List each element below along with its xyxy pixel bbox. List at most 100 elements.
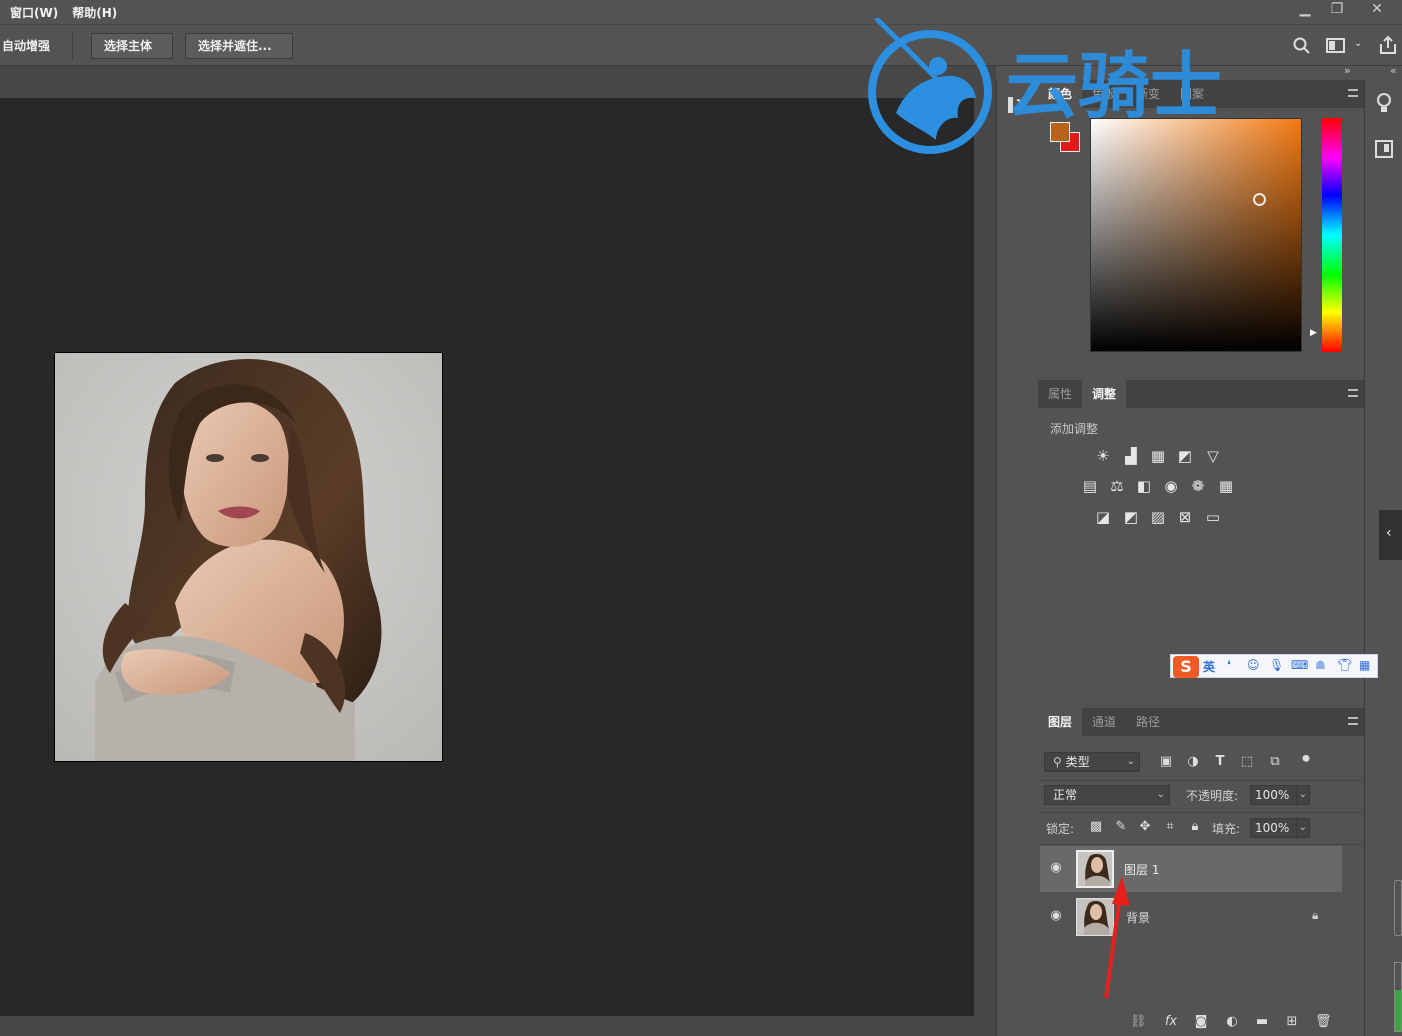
hue-slider[interactable] [1322,118,1342,352]
emoji-icon[interactable]: ☺ [1247,658,1260,672]
new-adjustment-layer-icon[interactable]: ◐ [1224,1014,1240,1030]
minimize-button[interactable]: ▁ [1290,0,1320,20]
color-balance-icon[interactable]: ⚖ [1108,477,1126,495]
close-button[interactable]: ✕ [1362,0,1392,20]
photo-filter-icon[interactable]: ◉ [1162,477,1180,495]
curves-icon[interactable]: ▦ [1149,447,1167,465]
microphone-icon[interactable]: 🎙︎ [1269,658,1284,672]
user-icon[interactable]: ☗ [1315,658,1326,672]
adjustments-panel-tabs: 属性 调整 [1038,380,1364,408]
lock-transparent-icon[interactable]: ▩ [1088,819,1104,835]
lock-image-icon[interactable]: ✎ [1113,819,1129,835]
panel-menu-icon[interactable] [1348,717,1358,725]
divider [1038,780,1364,781]
posterize-icon[interactable]: ◩ [1122,508,1140,526]
fx-icon[interactable]: fx [1163,1014,1179,1030]
lock-all-icon[interactable]: 🔒︎ [1187,819,1203,835]
chevron-down-icon: ⌄ [1298,822,1307,833]
new-group-icon[interactable]: ▬ [1254,1014,1270,1030]
layer-filter-dropdown[interactable]: ⚲ 类型 ⌄ [1044,752,1140,772]
search-icon: ⚲ [1053,755,1066,769]
tab-layers[interactable]: 图层 [1038,708,1083,736]
filter-type-icon[interactable]: T [1212,754,1228,770]
levels-icon[interactable]: ▟ [1122,447,1140,465]
libraries-icon[interactable] [1375,140,1393,158]
filter-toggle-icon[interactable]: ⏺ [1298,750,1314,766]
invert-icon[interactable]: ◪ [1094,508,1112,526]
selective-color-icon[interactable]: ⊠ [1176,508,1194,526]
panel-divider[interactable] [974,66,996,1036]
chevron-down-icon[interactable]: ⌄ [1354,38,1362,49]
opacity-label: 不透明度: [1186,789,1239,803]
link-layers-icon[interactable]: ⛓ [1130,1014,1147,1030]
skin-icon[interactable]: 👕︎ [1337,658,1352,672]
vibrance-icon[interactable]: ▽ [1204,447,1222,465]
chevron-left-icon: ‹ [1386,525,1392,541]
color-picker-cursor[interactable] [1253,193,1266,206]
opacity-input[interactable]: 100% [1250,785,1298,805]
channel-mixer-icon[interactable]: ❁ [1189,477,1207,495]
collapse-panels-icon[interactable]: » [1344,64,1351,77]
filter-smart-object-icon[interactable]: ⧉ [1267,754,1283,770]
add-adjustment-label: 添加调整 [1050,422,1099,436]
level-meter [1394,962,1402,1032]
expand-side-panel-button[interactable]: ‹ [1379,510,1402,560]
layer-row-background[interactable]: ◉ 背景 🔒︎ [1040,894,1342,940]
ime-logo: S [1173,656,1199,678]
menu-help[interactable]: 帮助(H) [72,4,117,21]
panel-menu-icon[interactable] [1348,89,1358,97]
portrait-photo [55,353,442,761]
lock-position-icon[interactable]: ✥ [1137,819,1153,835]
trash-icon[interactable]: 🗑︎ [1315,1014,1332,1030]
fill-dropdown-button[interactable]: ⌄ [1296,818,1310,838]
layers-panel-tabs: 图层 通道 路径 [1038,708,1364,736]
punctuation-icon[interactable]: ❛ [1227,658,1231,672]
eye-icon[interactable]: ◉ [1048,860,1064,876]
status-bar [0,1016,974,1036]
keyboard-icon[interactable]: ⌨ [1291,658,1308,672]
panel-menu-icon[interactable] [1348,389,1358,397]
gradient-map-icon[interactable]: ▭ [1204,508,1222,526]
ime-mode-label[interactable]: 英 [1203,658,1215,675]
layer-row-layer1[interactable]: ◉ 图层 1 [1040,846,1342,892]
chevron-down-icon: ⌄ [1298,789,1307,800]
tab-properties[interactable]: 属性 [1038,380,1082,408]
restore-button[interactable]: ❐ [1322,0,1352,20]
select-subject-button[interactable]: 选择主体 [91,33,173,59]
lightbulb-icon[interactable] [1376,92,1392,116]
new-layer-icon[interactable]: ⊞ [1284,1014,1300,1030]
scroll-indicator [1394,880,1402,936]
threshold-icon[interactable]: ▨ [1149,508,1167,526]
tab-paths[interactable]: 路径 [1126,708,1170,736]
workspace-icon[interactable] [1326,38,1346,54]
filter-adjustment-icon[interactable]: ◑ [1185,754,1201,770]
lock-artboard-icon[interactable]: ⌗ [1162,819,1178,835]
select-and-mask-button[interactable]: 选择并遮住... [185,33,293,59]
lock-label: 锁定: [1046,822,1075,836]
document-tab-strip [0,66,974,98]
watermark-text: 云骑士 [1006,44,1223,128]
menu-window[interactable]: 窗口(W) [10,4,58,21]
tab-channels[interactable]: 通道 [1082,708,1126,736]
toolbox-icon[interactable]: ▦ [1359,658,1370,672]
black-white-icon[interactable]: ◧ [1135,477,1153,495]
brightness-icon[interactable]: ☀ [1094,447,1112,465]
hue-slider-marker[interactable]: ▶ [1310,328,1317,338]
auto-enhance-checkbox[interactable]: 自动增强 [2,37,50,54]
document-image[interactable] [54,352,443,762]
filter-shape-icon[interactable]: ⬚ [1239,754,1255,770]
divider [72,33,73,59]
eye-icon[interactable]: ◉ [1048,908,1064,924]
ime-toolbar[interactable]: S 英 ❛ ☺ 🎙︎ ⌨ ☗ 👕︎ ▦ [1170,654,1378,678]
collapse-strip-icon[interactable]: « [1390,64,1397,77]
add-mask-icon[interactable]: ◙ [1193,1014,1209,1030]
tab-adjustments[interactable]: 调整 [1082,380,1127,408]
opacity-dropdown-button[interactable]: ⌄ [1296,785,1310,805]
share-icon[interactable] [1378,35,1398,55]
hue-saturation-icon[interactable]: ▤ [1081,477,1099,495]
fill-input[interactable]: 100% [1250,818,1298,838]
exposure-icon[interactable]: ◩ [1176,447,1194,465]
filter-pixel-icon[interactable]: ▣ [1158,754,1174,770]
blend-mode-dropdown[interactable]: 正常 ⌄ [1044,785,1170,805]
color-lookup-icon[interactable]: ▦ [1217,477,1235,495]
